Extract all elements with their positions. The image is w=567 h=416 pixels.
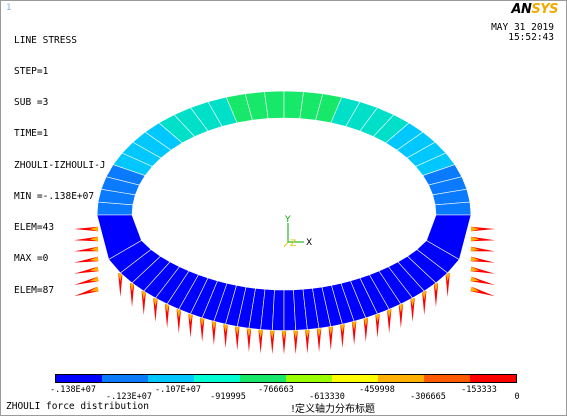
legend-color-1 xyxy=(56,375,102,382)
arch-element xyxy=(264,90,285,119)
triad-z-axis xyxy=(283,241,289,248)
legend-color-6 xyxy=(286,375,332,382)
legend-tick-9: -153333 xyxy=(461,385,497,395)
legend-color-8 xyxy=(378,375,424,382)
legend-color-2 xyxy=(102,375,148,382)
plot-subtitle: ZHOULI force distribution xyxy=(6,401,149,412)
triad-z-label: Z xyxy=(290,239,296,249)
lining-elements xyxy=(96,90,472,331)
plot-title-comment: !定义轴力分布标题 xyxy=(291,404,376,415)
triad-x-label: X xyxy=(306,238,312,248)
left-wall-force-spike-base xyxy=(89,286,99,292)
legend-tick-8: -306665 xyxy=(410,392,446,402)
triad-y-label: Y xyxy=(284,215,291,225)
left-wall-force-spike-base xyxy=(89,276,99,282)
legend-color-3 xyxy=(148,375,194,382)
contour-legend-bar xyxy=(55,374,517,383)
right-wall-force-spike-base xyxy=(470,276,480,282)
legend-tick-1: -.138E+07 xyxy=(49,385,97,395)
legend-tick-3: -.107E+07 xyxy=(154,385,202,395)
right-wall-force-spike-base xyxy=(470,286,480,292)
coordinate-triad: X Y Z xyxy=(283,215,312,249)
ansys-graphics-window: 1 ANSYS LINE STRESS STEP=1 SUB =3 TIME=1… xyxy=(0,0,567,416)
legend-tick-4: -919995 xyxy=(210,392,246,402)
legend-tick-10: 0 xyxy=(514,392,520,402)
legend-color-7 xyxy=(332,375,378,382)
legend-color-10 xyxy=(470,375,516,382)
tunnel-lining-model: X Y Z xyxy=(74,90,495,355)
left-wall-force-spike xyxy=(74,286,99,297)
legend-color-4 xyxy=(194,375,240,382)
legend-color-5 xyxy=(240,375,286,382)
legend-tick-5: -766663 xyxy=(258,385,294,395)
legend-tick-7: -459998 xyxy=(359,385,395,395)
legend-color-9 xyxy=(424,375,470,382)
right-wall-force-spike xyxy=(470,286,495,297)
invert-element xyxy=(271,289,285,331)
